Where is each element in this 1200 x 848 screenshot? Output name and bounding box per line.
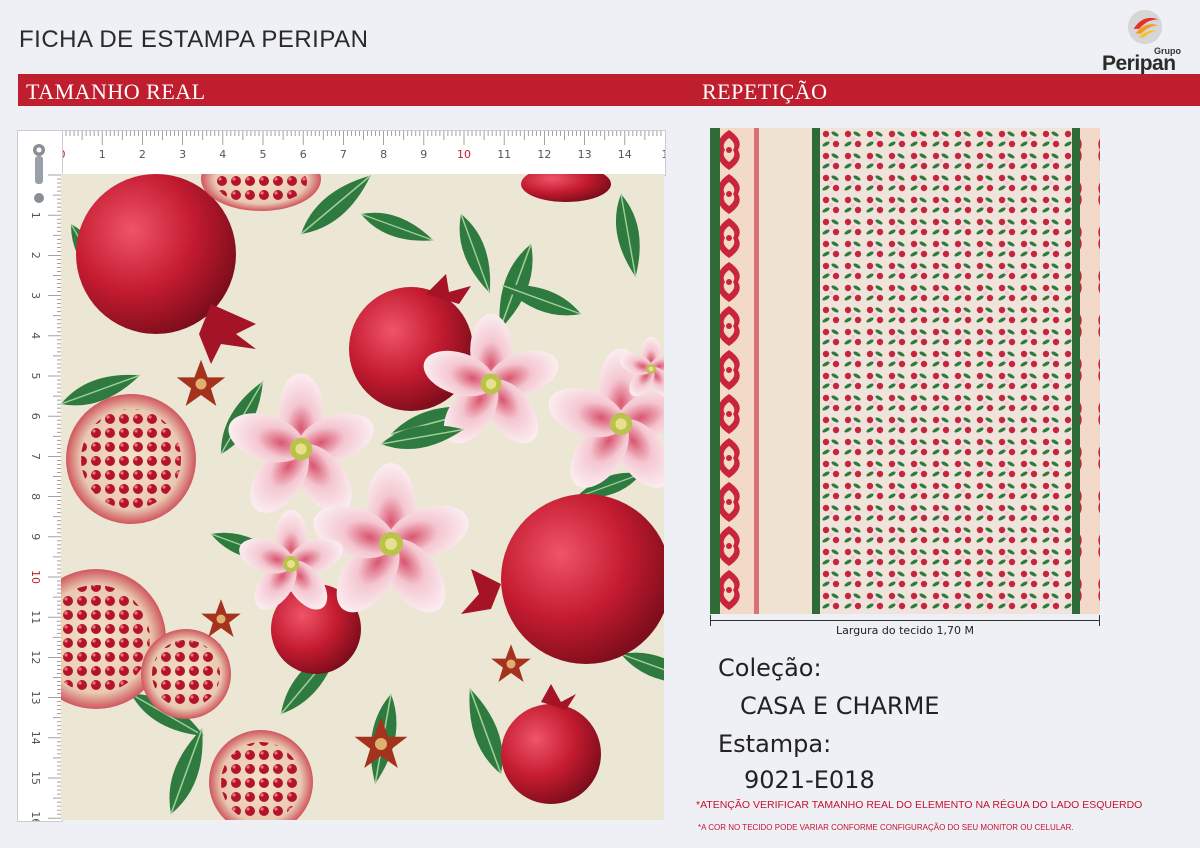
ruler-top-label: 8 xyxy=(380,148,387,161)
ruler-horizontal: 012345678910111213141 xyxy=(17,130,669,176)
section-title-real-size: TAMANHO REAL xyxy=(26,79,206,104)
print-repeat-preview xyxy=(710,128,1100,614)
collection-value: CASA E CHARME xyxy=(740,692,940,720)
fabric-width-line xyxy=(710,620,1100,621)
ruler-vertical: 1 2 3 4 5 6 7 8 9 10 11 12 13 14 15 16 xyxy=(17,130,63,825)
ruler-top-label: 7 xyxy=(340,148,347,161)
collection-label: Coleção: xyxy=(718,654,822,682)
repeat-pattern-image xyxy=(710,128,1100,614)
print-code-value: 9021-E018 xyxy=(744,766,875,794)
ruler-left-label: 1 xyxy=(29,212,42,219)
size-warning-note: *ATENÇÃO VERIFICAR TAMANHO REAL DO ELEME… xyxy=(696,799,1143,811)
fabric-width-label: Largura do tecido 1,70 M xyxy=(836,624,974,637)
page-title: FICHA DE ESTAMPA PERIPAN xyxy=(19,26,369,53)
ruler-left-label: 7 xyxy=(29,453,42,460)
ruler-left-label: 16 xyxy=(29,811,42,821)
print-real-size xyxy=(61,174,664,820)
logo-swirl-icon xyxy=(1127,9,1163,45)
ruler-top-label: 9 xyxy=(420,148,427,161)
ruler-top-label: 14 xyxy=(618,148,632,161)
ruler-left-label: 2 xyxy=(29,252,42,259)
ruler-left-label: 3 xyxy=(29,292,42,299)
ruler-left-label: 6 xyxy=(29,413,42,420)
ruler-top-label: 12 xyxy=(537,148,551,161)
ruler-top-label: 3 xyxy=(179,148,186,161)
ruler-left-label: 4 xyxy=(29,332,42,339)
ruler-top-label: 1 xyxy=(99,148,106,161)
ruler-left-label: 12 xyxy=(29,650,42,664)
pomegranate-print-image xyxy=(61,174,664,820)
ruler-top-label: 1 xyxy=(662,148,666,161)
section-title-repeat: REPETIÇÃO xyxy=(702,79,828,104)
ruler-top-label: 6 xyxy=(300,148,307,161)
ruler-clip-icon xyxy=(33,144,45,203)
ruler-top-label: 4 xyxy=(219,148,226,161)
ruler-vertical-ticks: 12345678910111213141516 xyxy=(29,174,62,825)
peripan-logo: Grupo Peripan xyxy=(1100,6,1192,75)
ruler-left-label: 8 xyxy=(29,493,42,500)
ruler-top-label: 11 xyxy=(497,148,511,161)
ruler-top-label: 5 xyxy=(260,148,267,161)
ruler-left-label: 10 xyxy=(29,570,42,584)
ruler-left-label: 14 xyxy=(29,731,42,745)
color-warning-note: *A COR NO TECIDO PODE VARIAR CONFORME CO… xyxy=(698,823,1074,832)
logo-name-text: Peripan xyxy=(1102,52,1176,75)
ruler-top-label: 13 xyxy=(578,148,592,161)
ruler-top-label: 2 xyxy=(139,148,146,161)
ruler-left-label: 11 xyxy=(29,610,42,624)
ruler-left-label: 9 xyxy=(29,533,42,540)
print-code-label: Estampa: xyxy=(718,730,832,758)
ruler-left-label: 15 xyxy=(29,771,42,785)
ruler-left-label: 5 xyxy=(29,373,42,380)
ruler-left-label: 13 xyxy=(29,691,42,705)
ruler-horizontal-ticks: 012345678910111213141 xyxy=(59,131,669,161)
ruler-top-label: 10 xyxy=(457,148,471,161)
